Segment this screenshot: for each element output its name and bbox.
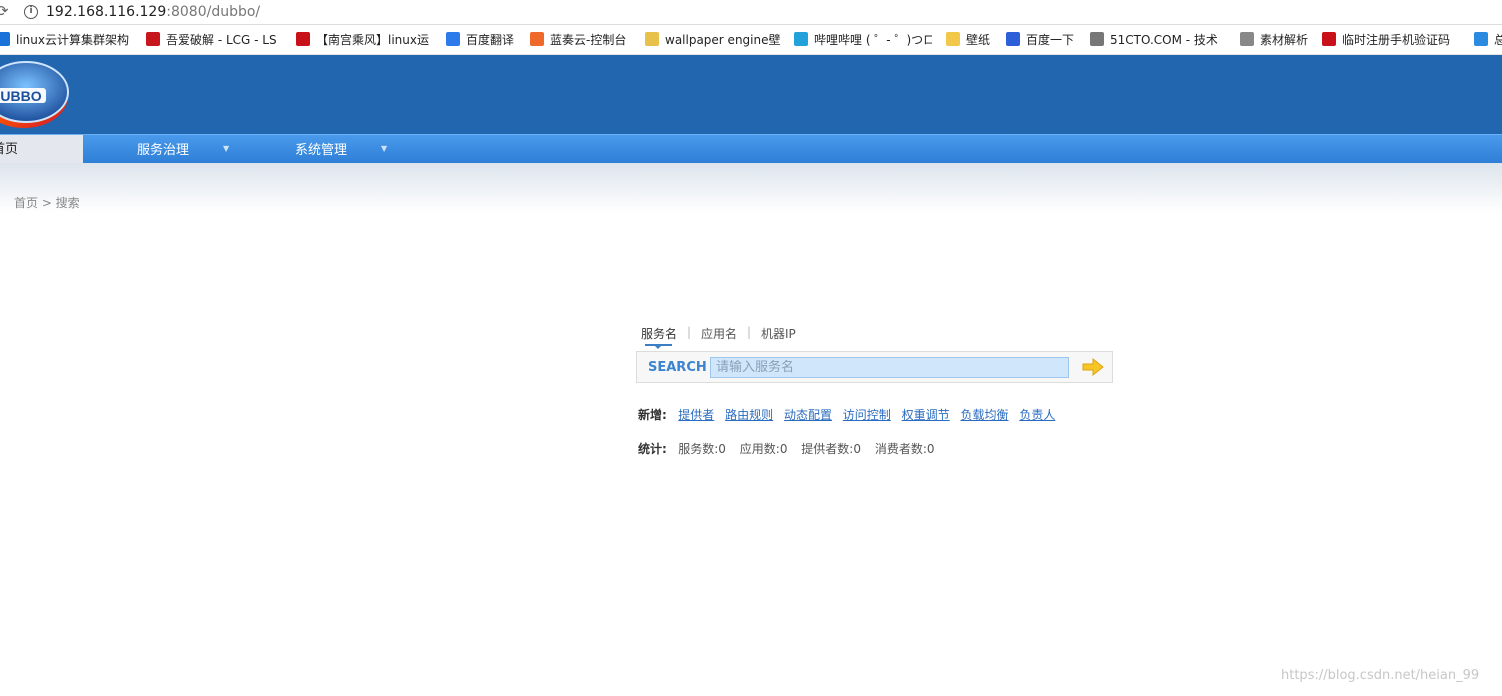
bookmark-11[interactable]: 临时注册手机验证码: [1322, 32, 1462, 48]
bookmarks-bar: linux云计算集群架构 吾爱破解 - LCG - LS 【南宫乘风】linux…: [0, 26, 1502, 55]
bookmark-7[interactable]: 壁纸: [946, 32, 996, 48]
bookmark-label: 【南宫乘风】linux运: [316, 33, 429, 47]
stats-label: 统计:: [638, 442, 667, 456]
svg-text:UBBO: UBBO: [0, 88, 41, 104]
bookmark-label: 临时注册手机验证码: [1342, 33, 1451, 47]
paw-icon: [1006, 32, 1020, 46]
header-shadow: [0, 163, 1502, 213]
bookmark-6[interactable]: 哔哩哔哩 ( ゜- ゜)つロ: [794, 32, 932, 48]
bookmark-label: 总: [1494, 33, 1502, 47]
add-dynamic-config-link[interactable]: 动态配置: [784, 408, 832, 422]
bookmark-5[interactable]: wallpaper engine壁: [645, 32, 781, 48]
nav-home-tab[interactable]: 首页: [0, 135, 83, 163]
bookmark-label: 百度一下: [1026, 33, 1075, 47]
url-host: 192.168.116.129: [46, 4, 167, 20]
cloud-icon: [1474, 32, 1488, 46]
dubbo-logo[interactable]: UBBO: [0, 58, 70, 130]
address-bar[interactable]: ⟳ i 192.168.116.129:8080/dubbo/: [0, 0, 1502, 25]
bird-icon: [645, 32, 659, 46]
add-weight-link[interactable]: 权重调节: [902, 408, 950, 422]
bookmark-label: 吾爱破解 - LCG - LS: [166, 33, 277, 47]
stat-providers: 提供者数:0: [801, 442, 861, 456]
bookmark-10[interactable]: 素材解析: [1240, 32, 1314, 48]
bookmark-label: wallpaper engine壁: [665, 33, 781, 47]
main-nav: 首页 服务治理 ▼ 系统管理 ▼: [0, 134, 1502, 163]
bilibili-icon: [794, 32, 808, 46]
bookmark-3[interactable]: 百度翻译: [446, 32, 524, 48]
breadcrumb: 首页 > 搜索: [14, 196, 80, 210]
circle-blue-icon: [0, 32, 10, 46]
chain-icon: [1090, 32, 1104, 46]
tab-separator: |: [687, 325, 692, 339]
active-tab-notch: [654, 345, 662, 349]
bookmark-label: 哔哩哔哩 ( ゜- ゜)つロ: [814, 33, 932, 47]
nav-label: 服务治理: [137, 143, 190, 158]
tab-separator: |: [747, 325, 752, 339]
bookmark-1[interactable]: 吾爱破解 - LCG - LS: [146, 32, 282, 48]
csdn-c-icon: [296, 32, 310, 46]
add-load-balance-link[interactable]: 负载均衡: [960, 408, 1008, 422]
page: ⟳ i 192.168.116.129:8080/dubbo/ linux云计算…: [0, 0, 1502, 696]
translate-icon: [446, 32, 460, 46]
search-box: SEARCH: [636, 351, 1113, 383]
search-label: SEARCH: [648, 360, 707, 375]
stat-consumers: 消费者数:0: [874, 442, 935, 456]
url-path: :8080/dubbo/: [166, 4, 261, 20]
nav-home-label: 首页: [0, 142, 19, 157]
stats-row: 统计: 服务数:0 应用数:0 提供者数:0 消费者数:0: [638, 440, 945, 457]
bookmark-4[interactable]: 蓝奏云-控制台: [530, 32, 636, 48]
add-links-row: 新增: 提供者 路由规则 动态配置 访问控制 权重调节 负载均衡 负责人: [638, 406, 1062, 423]
bookmark-label: linux云计算集群架构: [16, 33, 129, 47]
add-route-link[interactable]: 路由规则: [725, 408, 773, 422]
arrow-right-icon[interactable]: [1081, 357, 1105, 377]
bookmark-label: 蓝奏云-控制台: [550, 33, 627, 47]
caret-down-icon: ▼: [381, 144, 388, 153]
bookmark-12[interactable]: 总: [1474, 32, 1502, 48]
csdn-c-icon: [1322, 32, 1336, 46]
url-text[interactable]: 192.168.116.129:8080/dubbo/: [46, 4, 260, 20]
caret-down-icon: ▼: [223, 144, 230, 153]
add-owner-link[interactable]: 负责人: [1019, 408, 1055, 422]
bookmark-9[interactable]: 51CTO.COM - 技术: [1090, 32, 1230, 48]
bookmark-label: 素材解析: [1260, 33, 1309, 47]
add-access-control-link[interactable]: 访问控制: [843, 408, 891, 422]
bookmark-8[interactable]: 百度一下: [1006, 32, 1082, 48]
flag-icon: [530, 32, 544, 46]
tab-machine-ip[interactable]: 机器IP: [761, 325, 796, 342]
app-header: UBBO: [0, 55, 1502, 134]
tab-app-name[interactable]: 应用名: [701, 325, 737, 342]
stat-services: 服务数:0: [678, 442, 726, 456]
add-label: 新增:: [638, 408, 667, 422]
red-seal-icon: [146, 32, 160, 46]
watermark: https://blog.csdn.net/heian_99: [1281, 668, 1480, 683]
nav-label: 系统管理: [295, 143, 348, 158]
add-provider-link[interactable]: 提供者: [678, 408, 714, 422]
bookmark-2[interactable]: 【南宫乘风】linux运: [296, 32, 434, 48]
page-icon: [1240, 32, 1254, 46]
stat-apps: 应用数:0: [739, 442, 788, 456]
bookmark-0[interactable]: linux云计算集群架构: [0, 32, 134, 48]
bookmark-label: 51CTO.COM - 技术: [1110, 33, 1218, 47]
info-icon[interactable]: i: [24, 5, 38, 19]
bookmark-label: 百度翻译: [466, 33, 515, 47]
nav-service-governance[interactable]: 服务治理 ▼: [137, 135, 257, 163]
folder-icon: [946, 32, 960, 46]
reload-icon[interactable]: ⟳: [0, 2, 9, 20]
bookmark-label: 壁纸: [966, 33, 991, 47]
tab-service-name[interactable]: 服务名: [641, 325, 677, 342]
search-input[interactable]: [710, 357, 1069, 378]
nav-system-management[interactable]: 系统管理 ▼: [295, 135, 415, 163]
